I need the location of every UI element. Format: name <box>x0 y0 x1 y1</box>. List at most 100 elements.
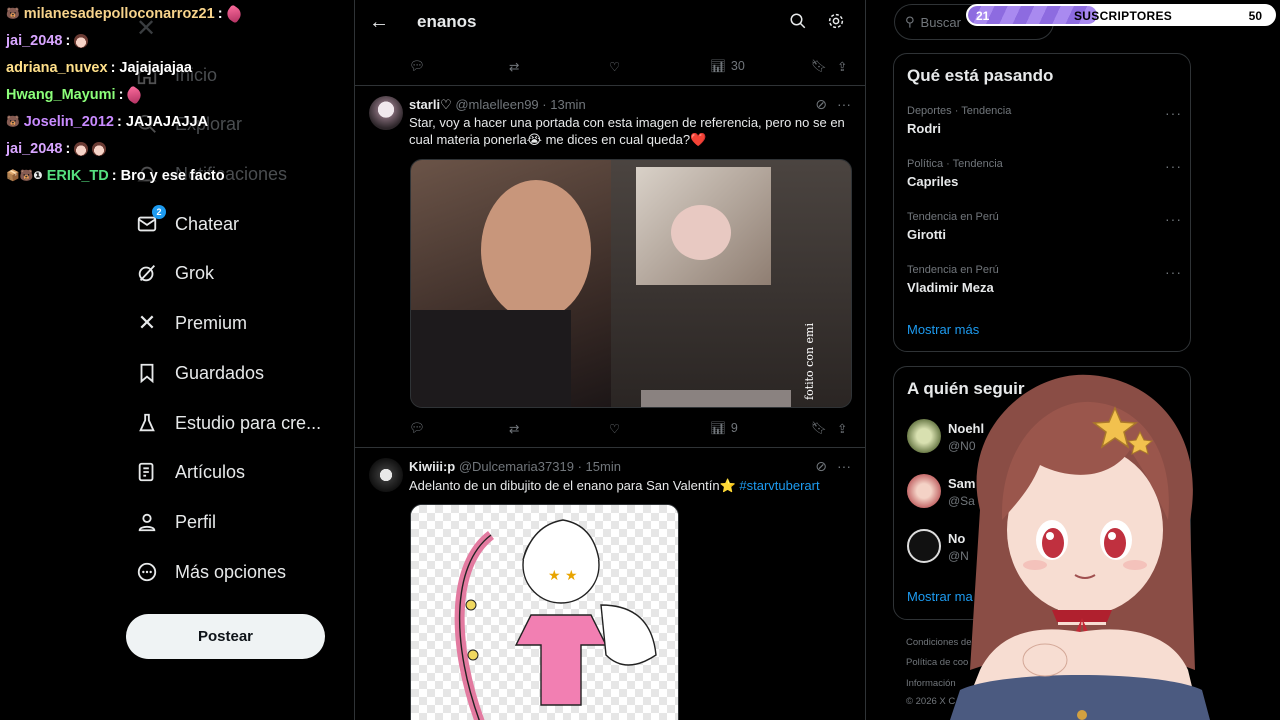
retweet-icon[interactable]: ⇄ <box>509 59 519 74</box>
nav-item-perfil[interactable]: Perfil <box>134 502 216 542</box>
more-icon[interactable]: ··· <box>1165 105 1182 121</box>
svg-text:★ ★: ★ ★ <box>548 568 578 584</box>
grok-icon <box>134 260 160 286</box>
nav-item-premium[interactable]: ✕ Premium <box>134 303 247 343</box>
face-emote-icon <box>74 33 89 48</box>
nav-label: Guardados <box>175 362 265 383</box>
reply-icon[interactable]: 💬︎ <box>409 421 425 436</box>
retweet-icon[interactable]: ⇄ <box>509 421 519 436</box>
trend-context: Política · Tendencia <box>907 158 1003 170</box>
search-placeholder: Buscar <box>920 14 961 30</box>
author-name[interactable]: Kiwiii:p <box>409 459 455 474</box>
face-left <box>481 180 591 320</box>
more-circle-icon <box>134 559 160 585</box>
show-more-link[interactable]: Mostrar más <box>907 322 979 337</box>
avatar[interactable] <box>907 419 941 453</box>
search-icon[interactable] <box>789 12 807 35</box>
grok-icon[interactable]: ⊘ <box>815 458 827 475</box>
trend-item[interactable]: Política · Tendencia Capriles ··· <box>907 158 1182 189</box>
grok-icon[interactable]: ⊘ <box>815 96 827 113</box>
tweet-image[interactable]: fotito con emi <box>410 159 852 408</box>
author-handle[interactable]: @mlaelleen99 <box>455 97 538 112</box>
avatar[interactable] <box>369 96 403 130</box>
hashtag-link[interactable]: #starvtuberart <box>739 478 819 493</box>
reply-icon[interactable]: 💬︎ <box>409 59 425 74</box>
share-icon[interactable]: ⇪ <box>837 421 847 436</box>
chat-message: jai_2048: <box>0 27 300 54</box>
avatar[interactable] <box>369 458 403 492</box>
chat-username: jai_2048 <box>6 32 63 49</box>
nav-item-grok[interactable]: Grok <box>134 253 214 293</box>
trend-context: Deportes · Tendencia <box>907 105 1012 117</box>
tweet-actions: 💬︎ ⇄ ♡ 📊︎ 30 🔖︎ ⇪ <box>409 54 853 78</box>
jacket <box>411 310 571 407</box>
more-icon[interactable]: ··· <box>837 96 851 113</box>
flask-icon <box>134 410 160 436</box>
face-emote-icon <box>74 141 89 156</box>
more-icon[interactable]: ··· <box>837 458 851 475</box>
trend-item[interactable]: Deportes · Tendencia Rodri ··· <box>907 105 1182 136</box>
article-icon <box>134 459 160 485</box>
trend-name: Vladimir Meza <box>907 280 994 295</box>
subscriber-goal: 50 <box>1248 9 1262 23</box>
chat-message: adriana_nuvex: Jajajajajaa <box>6 59 192 76</box>
nav-item-articulos[interactable]: Artículos <box>134 452 245 492</box>
tweet-image[interactable]: ★ ★ <box>410 504 679 720</box>
chat-message: 🐻 Joselin_2012: JAJAJAJJA <box>6 113 209 130</box>
chat-message: Hwang_Mayumi: <box>0 81 300 108</box>
views-stat[interactable]: 📊︎ 30 <box>710 59 745 74</box>
nav-label: Premium <box>175 312 248 333</box>
chat-username: Hwang_Mayumi <box>6 86 116 103</box>
like-icon[interactable]: ♡ <box>609 421 620 436</box>
share-icon[interactable]: ⇪ <box>837 59 847 74</box>
nav-item-estudio[interactable]: Estudio para cre... <box>134 403 321 443</box>
tweet-top-icons: ⊘ ··· <box>815 96 851 113</box>
bookmark-icon[interactable]: 🔖︎ <box>811 421 827 436</box>
chat-username: Joselin_2012 <box>23 113 114 130</box>
search-icon: ⚲ <box>905 14 915 29</box>
shirt <box>641 390 791 407</box>
avatar[interactable] <box>907 529 941 563</box>
trend-name: Rodri <box>907 121 941 136</box>
bookmark-icon <box>134 360 160 386</box>
chat-badges: 🐻 <box>6 8 20 20</box>
chat-text: Bro y ese facto <box>120 167 225 184</box>
avatar[interactable] <box>907 474 941 508</box>
bookmark-icon[interactable]: 🔖︎ <box>811 59 827 74</box>
tweet-actions: 💬︎ ⇄ ♡ 📊︎ 9 🔖︎ ⇪ <box>409 416 853 440</box>
like-icon[interactable]: ♡ <box>609 59 620 74</box>
chat-message: jai_2048: <box>0 135 300 162</box>
nav-item-guardados[interactable]: Guardados <box>134 353 264 393</box>
trend-item[interactable]: Tendencia en Perú Girotti ··· <box>907 211 1182 242</box>
nav-label: Estudio para cre... <box>175 412 322 433</box>
more-icon[interactable]: ··· <box>1165 264 1182 280</box>
more-icon[interactable]: ··· <box>1165 158 1182 174</box>
nav-item-mas-opciones[interactable]: Más opciones <box>134 552 286 592</box>
stream-chat: 🐻 milanesadepolloconarroz21: jai_2048: a… <box>0 0 300 189</box>
author-handle[interactable]: @Dulcemaria37319 <box>459 459 574 474</box>
views-stat[interactable]: 📊︎ 9 <box>710 421 738 436</box>
tweet-time[interactable]: 13min <box>550 97 585 112</box>
feed-header: ← enanos <box>355 0 865 46</box>
rocket-emote-icon <box>124 84 145 105</box>
post-button[interactable]: Postear <box>126 614 325 659</box>
gear-icon[interactable] <box>827 12 845 35</box>
chat-badges: 📦🐻❶ <box>6 170 43 182</box>
rocket-emote-icon <box>223 3 244 24</box>
search-term[interactable]: enanos <box>417 12 477 32</box>
chat-username: jai_2048 <box>6 140 63 157</box>
chat-username: ERIK_TD <box>46 167 109 184</box>
tweet-text: Star, voy a hacer una portada con esta i… <box>409 115 845 147</box>
nav-item-chatear[interactable]: 2 Chatear <box>134 204 239 244</box>
back-arrow-icon[interactable]: ← <box>369 11 391 33</box>
trend-item[interactable]: Tendencia en Perú Vladimir Meza ··· <box>907 264 1182 295</box>
views-count: 9 <box>730 421 738 435</box>
nav-label: Más opciones <box>175 561 287 582</box>
tweet-time[interactable]: 15min <box>586 459 621 474</box>
chat-text: JAJAJAJJA <box>125 113 209 130</box>
tweet-text: Adelanto de un dibujito de el enano para… <box>409 477 855 494</box>
more-icon[interactable]: ··· <box>1165 211 1182 227</box>
cat-face <box>671 205 731 260</box>
chat-badges: 🐻 <box>6 116 20 128</box>
author-name[interactable]: starli♡ <box>409 97 452 112</box>
